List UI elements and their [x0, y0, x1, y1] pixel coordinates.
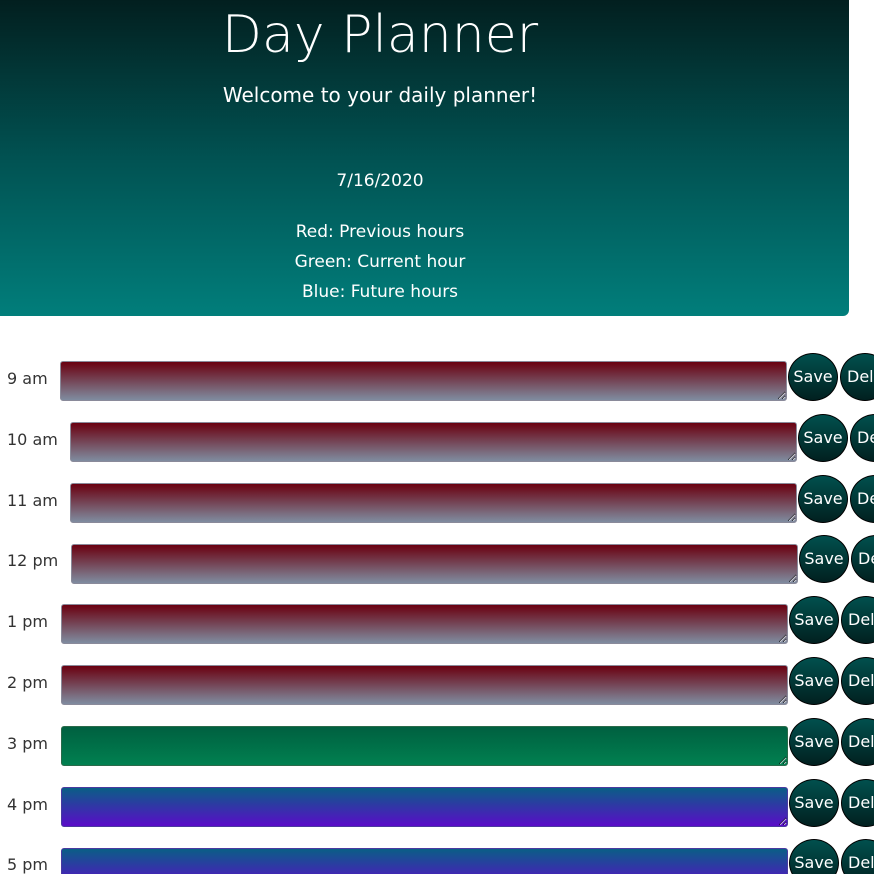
event-input[interactable]	[61, 787, 788, 827]
hour-label: 1 pm	[7, 612, 49, 631]
event-input[interactable]	[61, 726, 788, 766]
legend-present: Green: Current hour	[294, 252, 466, 272]
delete-button[interactable]: Del	[840, 353, 874, 401]
save-button[interactable]: Save	[798, 475, 848, 523]
time-block-row: 12 pm Save De	[0, 535, 874, 585]
event-input[interactable]	[70, 483, 797, 523]
event-input[interactable]	[61, 665, 788, 705]
delete-button[interactable]: Del	[841, 718, 874, 766]
color-legend: Red: Previous hours Green: Current hour …	[0, 217, 760, 307]
time-block-row: 9 am Save Del	[0, 353, 874, 403]
welcome-message: Welcome to your daily planner!	[222, 83, 538, 107]
time-block-row: 11 am Save De	[0, 475, 874, 525]
time-block-row: 5 pm Save Del	[0, 839, 874, 874]
hour-label: 9 am	[7, 369, 48, 388]
save-button[interactable]: Save	[789, 657, 839, 705]
delete-button[interactable]: Del	[841, 596, 874, 644]
delete-button[interactable]: De	[850, 475, 874, 523]
delete-button[interactable]: De	[850, 414, 874, 462]
time-block-row: 10 am Save De	[0, 414, 874, 464]
legend-past: Red: Previous hours	[295, 222, 465, 242]
save-button[interactable]: Save	[789, 596, 839, 644]
delete-button[interactable]: Del	[841, 779, 874, 827]
time-block-row: 2 pm Save Del	[0, 657, 874, 707]
page-title: Day Planner	[221, 5, 539, 65]
page-header: Day Planner Welcome to your daily planne…	[0, 0, 849, 316]
time-block-row: 3 pm Save Del	[0, 718, 874, 768]
hour-label: 11 am	[7, 491, 58, 510]
legend-future: Blue: Future hours	[301, 282, 459, 302]
save-button[interactable]: Save	[798, 414, 848, 462]
hour-label: 4 pm	[7, 795, 49, 814]
hour-label: 5 pm	[7, 855, 49, 874]
time-block-row: 4 pm Save Del	[0, 779, 874, 829]
save-button[interactable]: Save	[789, 779, 839, 827]
current-date: 7/16/2020	[336, 171, 424, 191]
event-input[interactable]	[60, 361, 787, 401]
delete-button[interactable]: De	[851, 535, 874, 583]
event-input[interactable]	[70, 422, 797, 462]
event-input[interactable]	[61, 848, 788, 874]
delete-button[interactable]: Del	[841, 657, 874, 705]
hour-label: 2 pm	[7, 673, 49, 692]
hour-label: 12 pm	[7, 551, 59, 570]
delete-button[interactable]: Del	[841, 839, 874, 874]
save-button[interactable]: Save	[789, 718, 839, 766]
save-button[interactable]: Save	[799, 535, 849, 583]
save-button[interactable]: Save	[788, 353, 838, 401]
time-block-row: 1 pm Save Del	[0, 596, 874, 646]
save-button[interactable]: Save	[789, 839, 839, 874]
event-input[interactable]	[61, 604, 788, 644]
event-input[interactable]	[71, 544, 798, 584]
hour-label: 10 am	[7, 430, 58, 449]
hour-label: 3 pm	[7, 734, 49, 753]
